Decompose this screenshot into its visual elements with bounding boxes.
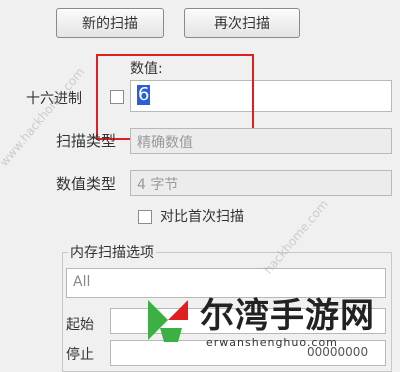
brand-logo-icon xyxy=(148,300,188,342)
scan-type-label: 扫描类型 xyxy=(56,132,117,150)
watermark-text-1: www.hackhome.com xyxy=(0,64,88,170)
brand-title: 尔湾手游网 xyxy=(200,296,375,336)
value-type-label: 数值类型 xyxy=(56,175,117,193)
scan-type-value: 精确数值 xyxy=(137,135,193,151)
new-scan-label: 新的扫描 xyxy=(82,16,138,32)
stop-label: 停止 xyxy=(66,347,94,363)
compare-first-checkbox[interactable] xyxy=(138,210,152,224)
scan-type-select[interactable]: 精确数值 xyxy=(130,128,392,154)
next-scan-label: 再次扫描 xyxy=(214,16,270,32)
new-scan-button[interactable]: 新的扫描 xyxy=(56,8,164,38)
memory-region-value: All xyxy=(73,274,91,290)
value-type-select[interactable]: 4 字节 xyxy=(130,170,392,196)
brand-url: erwanshenghuo.com xyxy=(206,336,338,349)
next-scan-button[interactable]: 再次扫描 xyxy=(184,8,300,38)
value-type-value: 4 字节 xyxy=(137,177,179,193)
memory-options-label: 内存扫描选项 xyxy=(68,242,156,262)
compare-first-label: 对比首次扫描 xyxy=(160,209,244,225)
start-label: 起始 xyxy=(66,317,94,333)
